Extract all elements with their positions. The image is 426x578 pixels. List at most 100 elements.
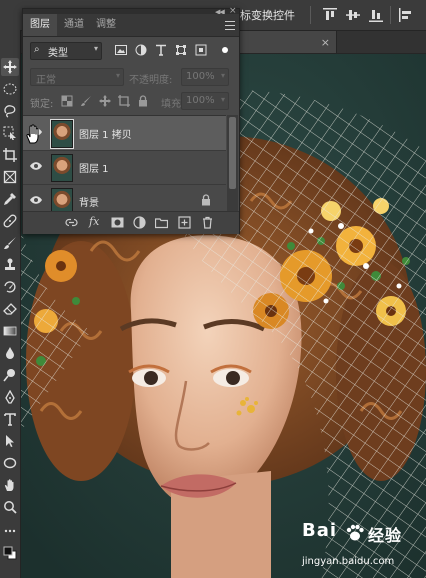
zoom-tool[interactable]	[1, 498, 19, 516]
opacity-field[interactable]: 100% ▾	[181, 68, 229, 86]
object-selection-icon	[3, 126, 16, 140]
lock-all-icon[interactable]	[137, 95, 149, 107]
ellipse-shape-icon	[3, 457, 17, 469]
healing-brush-tool[interactable]	[1, 212, 19, 230]
frame-tool[interactable]	[1, 168, 19, 186]
pen-icon	[5, 390, 15, 404]
blend-mode-select[interactable]: 正常 ▾	[30, 68, 124, 86]
tab-layers[interactable]: 图层	[23, 14, 57, 36]
document-tab[interactable]: ×	[235, 31, 337, 53]
type-tool[interactable]	[1, 410, 19, 428]
crop-icon	[3, 148, 17, 162]
foreground-background-swatch[interactable]	[1, 544, 19, 562]
layer-row[interactable]: 背景	[23, 184, 226, 212]
marquee-tool[interactable]	[1, 80, 19, 98]
layer-lock-icon[interactable]	[201, 194, 211, 206]
layer-row[interactable]: 图层 1 拷贝	[23, 116, 226, 151]
layers-scrollbar[interactable]	[227, 115, 238, 211]
chevron-down-icon: ▾	[93, 44, 98, 53]
show-transform-controls-label[interactable]: 标变换控件	[240, 7, 295, 23]
gradient-tool[interactable]	[1, 322, 19, 340]
new-adjustment-layer-icon[interactable]	[133, 216, 146, 229]
arrow-pointer-icon	[6, 435, 14, 447]
chevron-down-icon: ▾	[220, 71, 225, 80]
align-left-icon[interactable]	[398, 7, 414, 23]
new-layer-icon[interactable]	[178, 216, 191, 229]
layer-name[interactable]: 图层 1 拷贝	[79, 126, 132, 141]
adjustment-filter-icon[interactable]	[135, 44, 147, 56]
tab-channels[interactable]: 通道	[57, 14, 91, 36]
layer-name[interactable]: 背景	[79, 194, 99, 209]
hand-icon	[4, 479, 14, 491]
layers-bottom-toolbar: fx	[23, 211, 239, 234]
hand-cursor-icon	[26, 124, 39, 144]
scrollbar-thumb[interactable]	[229, 117, 236, 189]
search-icon: ⌕	[34, 44, 40, 55]
eraser-tool[interactable]	[1, 300, 19, 318]
filter-toggle-switch[interactable]	[222, 47, 228, 53]
shape-tool[interactable]	[1, 454, 19, 472]
blur-tool[interactable]	[1, 344, 19, 362]
dodge-icon	[3, 369, 15, 382]
object-selection-tool[interactable]	[1, 124, 19, 142]
dodge-tool[interactable]	[1, 366, 19, 384]
lock-artboard-icon[interactable]	[118, 95, 130, 107]
history-brush-tool[interactable]	[1, 278, 19, 296]
crop-tool[interactable]	[1, 146, 19, 164]
lock-image-pixels-icon[interactable]	[80, 95, 92, 107]
panel-tab-bar: 图层 通道 调整	[23, 14, 239, 37]
shape-filter-icon[interactable]	[175, 44, 187, 56]
close-document-icon[interactable]: ×	[321, 36, 330, 49]
lock-transparent-pixels-icon[interactable]	[61, 95, 73, 107]
eyedropper-tool[interactable]	[1, 190, 19, 208]
hand-tool[interactable]	[1, 476, 19, 494]
clone-stamp-tool[interactable]	[1, 256, 19, 274]
gradient-icon	[3, 326, 17, 336]
layer-thumbnail	[51, 188, 73, 212]
layers-panel: ◀◀ × 图层 通道 调整 ⌕ 类型 ▾ 正常 ▾ 不透明度: 100% ▾ 锁…	[22, 6, 240, 234]
frame-icon	[3, 170, 17, 184]
eye-visibility-icon[interactable]	[29, 195, 43, 205]
options-separator	[310, 6, 311, 24]
panel-menu-icon[interactable]	[225, 18, 235, 33]
fill-field[interactable]: 100% ▾	[181, 92, 229, 110]
watermark-brand-suffix: 经验	[368, 526, 403, 545]
eye-visibility-icon[interactable]	[29, 161, 43, 171]
lock-position-icon[interactable]	[99, 95, 111, 107]
move-icon	[3, 60, 17, 74]
history-brush-icon	[4, 281, 16, 293]
image-filter-icon[interactable]	[115, 44, 127, 56]
align-bottom-icon[interactable]	[368, 7, 384, 23]
baidu-watermark: Bai 经验 jingyan.baidu.com	[300, 520, 420, 572]
path-selection-tool[interactable]	[1, 432, 19, 450]
chevron-down-icon: ▾	[220, 95, 225, 104]
options-separator	[390, 6, 391, 24]
ellipse-marquee-icon	[3, 83, 17, 95]
watermark-site: jingyan.baidu.com	[302, 556, 395, 567]
tab-adjustments[interactable]: 调整	[89, 14, 123, 36]
layer-row[interactable]: 图层 1	[23, 150, 226, 185]
layer-filter-kind-select[interactable]: ⌕ 类型 ▾	[30, 42, 102, 60]
eraser-icon	[3, 303, 17, 315]
new-group-folder-icon[interactable]	[155, 216, 168, 229]
align-vertical-center-icon[interactable]	[345, 7, 361, 23]
text-filter-icon[interactable]	[155, 44, 167, 56]
link-layers-icon[interactable]	[65, 216, 78, 229]
add-mask-icon[interactable]	[111, 216, 124, 229]
droplet-icon	[6, 347, 14, 359]
move-tool[interactable]	[1, 58, 19, 76]
stamp-icon	[5, 258, 15, 270]
layer-name[interactable]: 图层 1	[79, 160, 109, 175]
align-top-icon[interactable]	[322, 7, 338, 23]
brush-tool[interactable]	[1, 234, 19, 252]
delete-layer-trash-icon[interactable]	[201, 216, 214, 229]
watermark-brand: Bai	[302, 520, 338, 541]
lock-fill-row: 锁定: 填充: 100% ▾	[23, 91, 239, 111]
edit-toolbar[interactable]	[1, 522, 19, 540]
smart-object-filter-icon[interactable]	[195, 44, 207, 56]
lasso-tool[interactable]	[1, 102, 19, 120]
bandage-icon	[3, 214, 17, 228]
brush-icon	[4, 237, 16, 249]
pen-tool[interactable]	[1, 388, 19, 406]
layer-style-fx-icon[interactable]: fx	[89, 215, 99, 228]
